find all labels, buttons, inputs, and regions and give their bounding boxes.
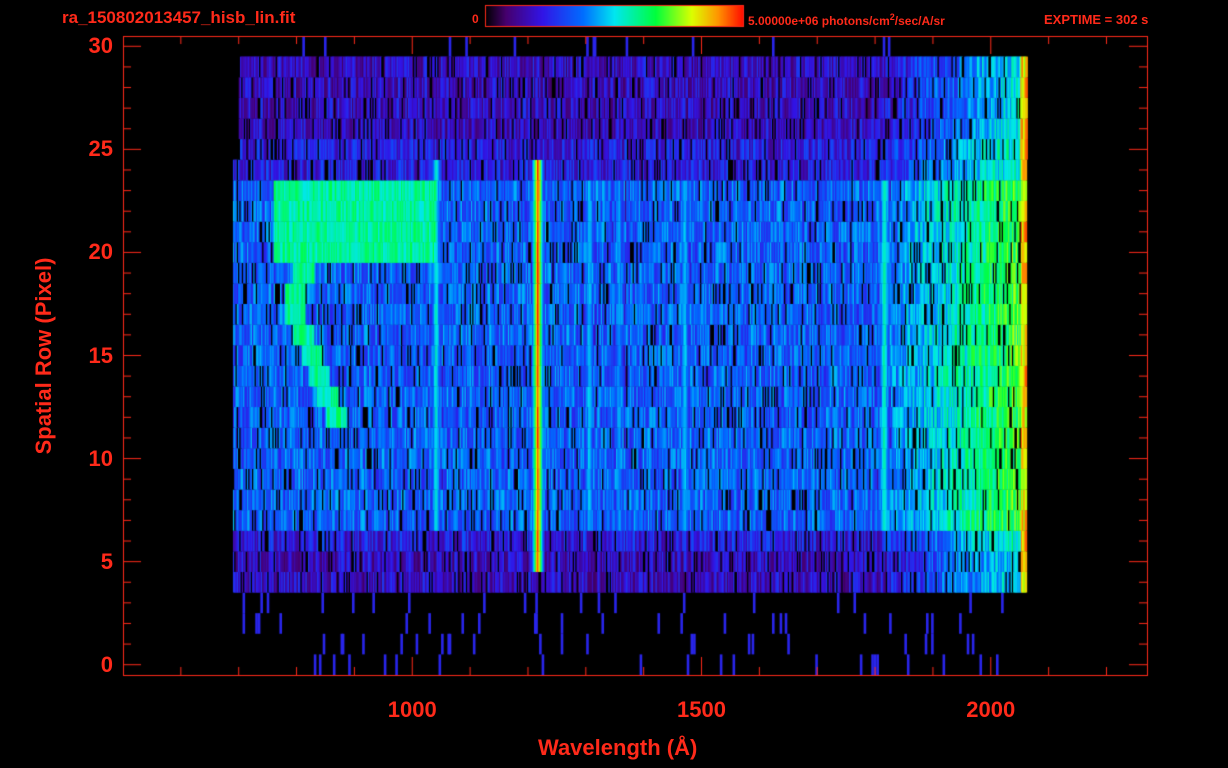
- colorbar-max-value: 5.00000e+06 photons/cm: [748, 14, 890, 28]
- y-tick-label: 0: [100, 651, 113, 677]
- x-tick-label: 1500: [677, 697, 726, 722]
- y-tick-label: 25: [88, 136, 113, 162]
- exposure-time-annotation: EXPTIME = 302 s: [1044, 12, 1149, 27]
- y-tick-label: 10: [88, 445, 113, 471]
- x-axis-label: Wavelength (Å): [538, 735, 698, 760]
- x-tick-label: 2000: [966, 697, 1016, 722]
- y-tick-label: 5: [100, 548, 113, 574]
- y-tick-label: 20: [88, 239, 113, 265]
- colorbar-min-label: 0: [472, 12, 479, 26]
- colorbar-max-label: 5.00000e+06 photons/cm2/sec/A/sr: [748, 12, 945, 28]
- file-title: ra_150802013457_hisb_lin.fit: [62, 8, 296, 27]
- y-axis-label: Spatial Row (Pixel): [31, 257, 56, 455]
- y-tick-label: 30: [88, 33, 113, 59]
- spectral-image-heatmap: [0, 0, 1228, 768]
- y-tick-label: 15: [88, 342, 113, 368]
- x-tick-label: 1000: [387, 697, 437, 722]
- colorbar-unit-tail: /sec/A/sr: [894, 14, 945, 28]
